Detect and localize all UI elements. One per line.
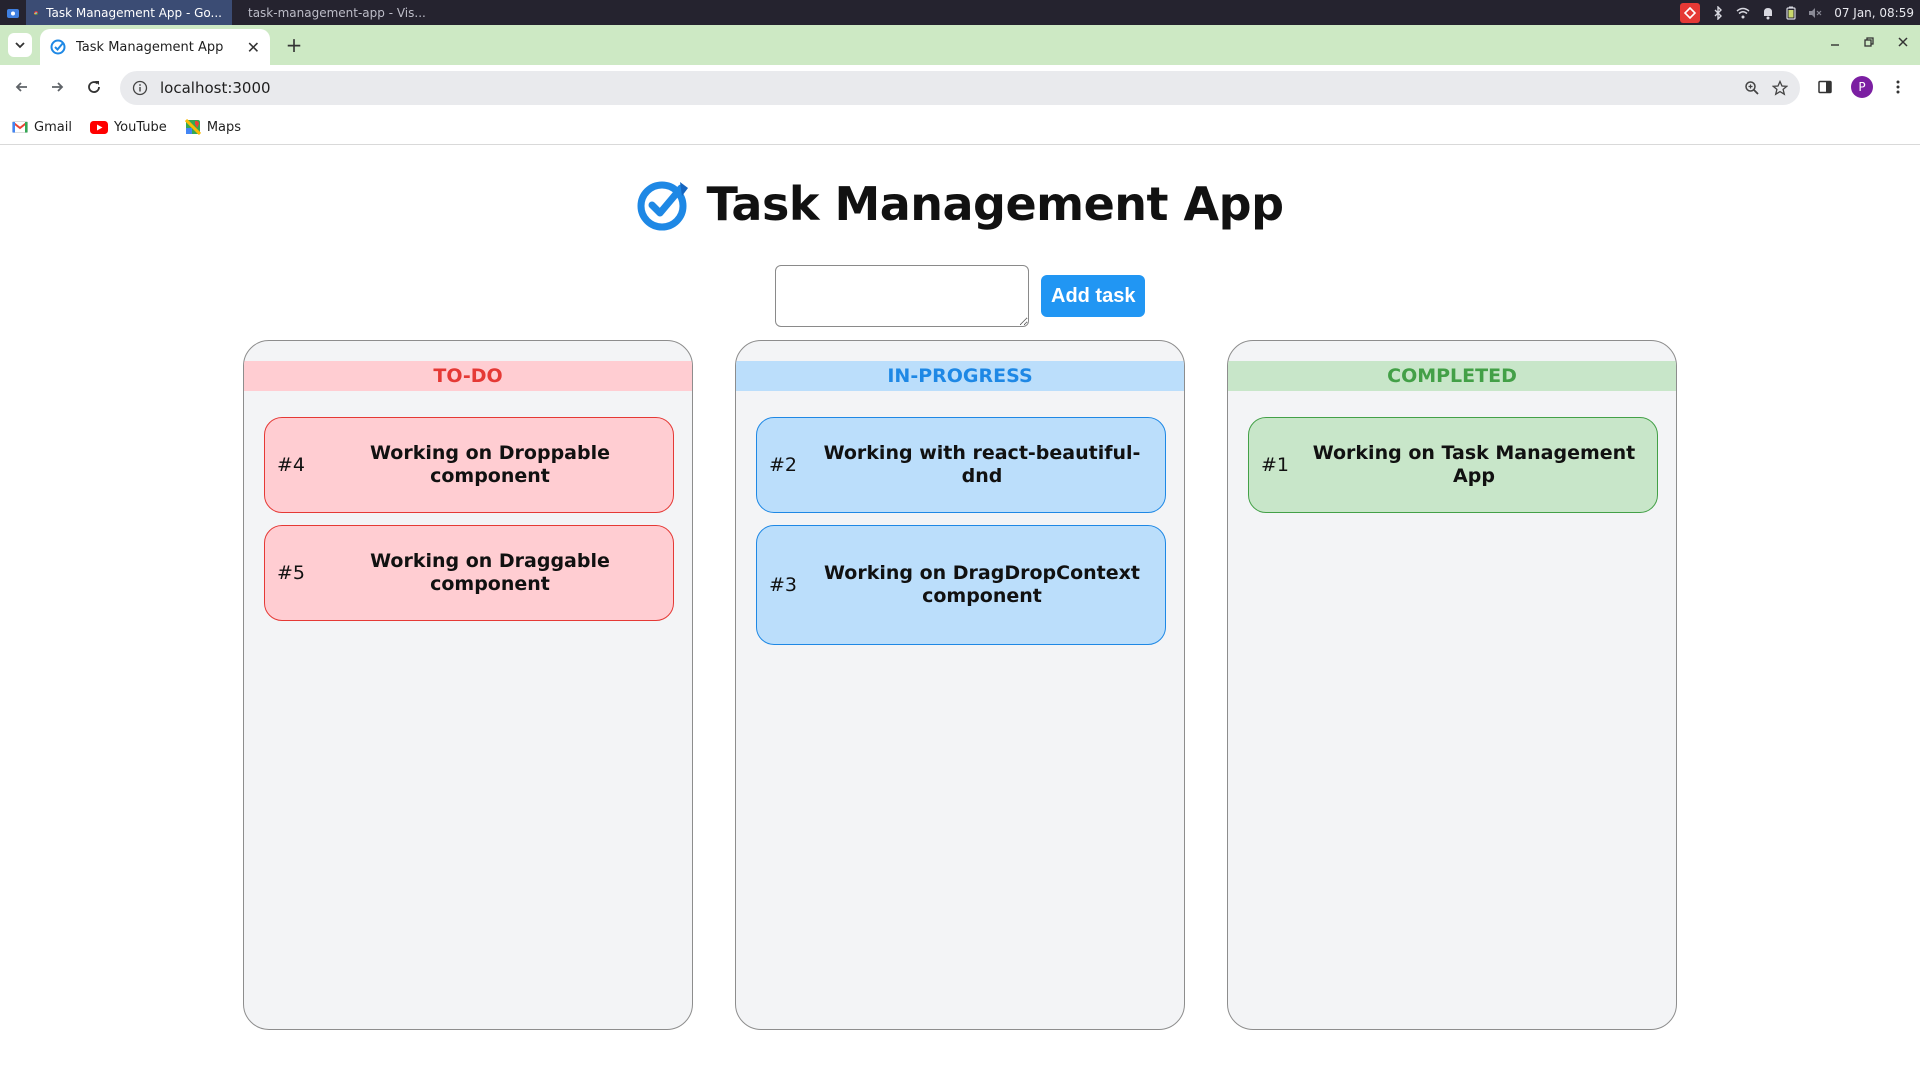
youtube-icon — [89, 120, 108, 134]
os-menu-icon[interactable] — [0, 0, 26, 25]
task-id: #4 — [277, 454, 306, 476]
volume-muted-icon[interactable] — [1808, 7, 1822, 19]
browser-toolbar: localhost:3000 P — [0, 65, 1920, 110]
browser-menu-button[interactable] — [1886, 75, 1910, 99]
close-window-button[interactable] — [1894, 33, 1912, 51]
zoom-icon[interactable] — [1744, 80, 1760, 96]
column-task-list: #1 Working on Task Management App — [1248, 417, 1658, 513]
system-tray: 07 Jan, 08:59 — [1680, 0, 1920, 25]
bluetooth-icon[interactable] — [1712, 5, 1724, 20]
column-in-progress[interactable]: IN-PROGRESS #2 Working with react-beauti… — [735, 340, 1185, 1030]
avatar: P — [1851, 76, 1873, 98]
url-text[interactable]: localhost:3000 — [160, 79, 1732, 97]
tab-title: Task Management App — [76, 39, 224, 55]
column-title: TO-DO — [244, 361, 692, 391]
arrow-right-icon — [52, 82, 64, 92]
os-task-label: task-management-app - Vis... — [248, 5, 426, 20]
browser-tab-active[interactable]: Task Management App ✕ — [40, 29, 270, 65]
page-content: Task Management App Add task TO-DO #4 Wo… — [0, 146, 1920, 1080]
back-button[interactable] — [10, 75, 34, 99]
bookmark-label: YouTube — [113, 119, 167, 135]
check-circle-logo-icon — [637, 181, 689, 231]
task-text: Working on DragDropContext component — [824, 562, 1140, 607]
close-icon — [1898, 37, 1908, 47]
task-id: #5 — [277, 562, 306, 584]
new-tab-button[interactable]: + — [282, 33, 306, 57]
column-task-list: #4 Working on Droppable component #5 Wor… — [264, 417, 674, 621]
page-title: Task Management App — [706, 177, 1284, 231]
chrome-icon — [34, 10, 38, 15]
minimize-icon — [1831, 44, 1839, 46]
reload-button[interactable] — [82, 75, 106, 99]
os-task-chrome[interactable]: Task Management App - Go... — [26, 0, 232, 25]
task-id: #2 — [769, 454, 798, 476]
forward-button[interactable] — [45, 75, 69, 99]
column-title: IN-PROGRESS — [736, 361, 1184, 391]
gmail-icon — [12, 121, 28, 133]
column-completed[interactable]: COMPLETED #1 Working on Task Management … — [1227, 340, 1677, 1030]
bell-icon[interactable] — [1762, 6, 1774, 20]
task-card[interactable]: #3 Working on DragDropContext component — [756, 525, 1166, 645]
column-todo[interactable]: TO-DO #4 Working on Droppable component … — [243, 340, 693, 1030]
task-id: #1 — [1261, 454, 1290, 476]
task-id: #3 — [769, 574, 798, 596]
add-task-button[interactable]: Add task — [1041, 275, 1146, 317]
bookmark-star-icon[interactable] — [1772, 80, 1788, 96]
minimize-button[interactable] — [1826, 33, 1844, 51]
app-favicon-icon — [50, 39, 66, 55]
column-task-list: #2 Working with react-beautiful-dnd #3 W… — [756, 417, 1166, 645]
app-header: Task Management App — [0, 176, 1920, 232]
task-text: Working on Draggable component — [370, 550, 610, 595]
battery-icon[interactable] — [1786, 6, 1796, 20]
restore-icon — [1864, 37, 1874, 47]
task-card[interactable]: #1 Working on Task Management App — [1248, 417, 1658, 513]
profile-button[interactable]: P — [1850, 75, 1874, 99]
task-card[interactable]: #5 Working on Draggable component — [264, 525, 674, 621]
restore-button[interactable] — [1860, 33, 1878, 51]
task-text: Working with react-beautiful-dnd — [823, 442, 1141, 487]
os-clock[interactable]: 07 Jan, 08:59 — [1834, 6, 1914, 20]
reload-icon — [88, 81, 100, 93]
bookmarks-bar: Gmail YouTube Maps — [0, 110, 1920, 145]
task-text: Working on Droppable component — [369, 442, 610, 487]
task-card[interactable]: #2 Working with react-beautiful-dnd — [756, 417, 1166, 513]
site-info-icon[interactable] — [132, 80, 148, 96]
maps-icon — [184, 119, 201, 135]
column-title: COMPLETED — [1228, 361, 1676, 391]
chevron-down-icon — [15, 42, 25, 49]
side-panel-button[interactable] — [1813, 75, 1837, 99]
bookmark-gmail[interactable]: Gmail — [12, 120, 72, 135]
browser-tab-strip: Task Management App ✕ + — [0, 25, 1920, 65]
address-bar[interactable]: localhost:3000 — [120, 71, 1800, 105]
wifi-icon[interactable] — [1736, 7, 1750, 19]
plus-icon: + — [285, 33, 303, 57]
tab-search-button[interactable] — [8, 33, 32, 57]
side-panel-icon — [1818, 80, 1832, 94]
window-controls — [1826, 33, 1912, 51]
os-task-label: Task Management App - Go... — [46, 5, 222, 20]
os-taskbar: Task Management App - Go... task-managem… — [0, 0, 1920, 25]
bookmark-label: Maps — [206, 119, 242, 135]
anydesk-icon[interactable] — [1680, 2, 1701, 23]
bookmark-youtube[interactable]: YouTube — [89, 119, 167, 135]
arrow-left-icon — [15, 82, 27, 92]
new-task-input[interactable] — [775, 265, 1029, 327]
task-text: Working on Task Management App — [1312, 442, 1636, 487]
close-tab-icon[interactable]: ✕ — [247, 38, 260, 57]
bookmark-maps[interactable]: Maps — [184, 119, 242, 135]
add-task-form: Add task — [775, 265, 1146, 327]
os-task-vscode[interactable]: task-management-app - Vis... — [232, 0, 432, 25]
bookmark-label: Gmail — [34, 119, 72, 135]
more-vertical-icon — [1896, 80, 1900, 94]
task-card[interactable]: #4 Working on Droppable component — [264, 417, 674, 513]
